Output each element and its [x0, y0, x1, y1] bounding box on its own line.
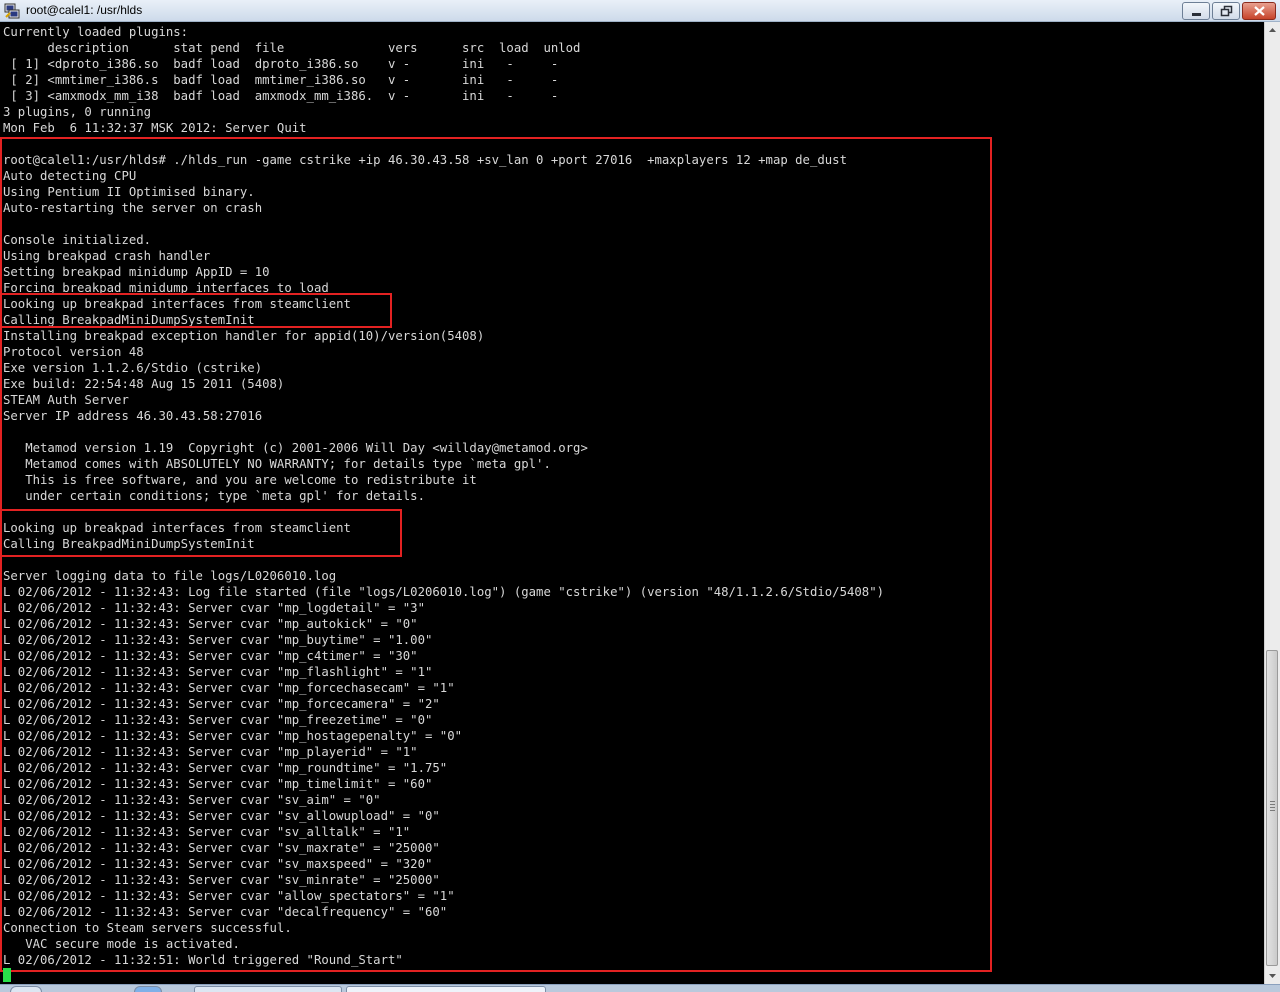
terminal-cursor: [3, 968, 11, 982]
terminal-line: 3 plugins, 0 running: [3, 105, 152, 119]
highlight-box-breakpad-first: [0, 293, 392, 328]
arrow-up-icon: [1269, 28, 1276, 32]
terminal-line: [ 2] <mmtimer_i386.s badf load mmtimer_i…: [3, 73, 559, 87]
restore-icon: [1220, 5, 1233, 17]
terminal-line: [ 1] <dproto_i386.so badf load dproto_i3…: [3, 57, 559, 71]
scroll-down-button[interactable]: [1265, 968, 1280, 984]
start-button[interactable]: [10, 986, 42, 992]
internet-explorer-icon[interactable]: [134, 986, 162, 992]
terminal-line: [ 3] <amxmodx_mm_i38 badf load amxmodx_m…: [3, 89, 559, 103]
vertical-scrollbar[interactable]: [1264, 22, 1280, 984]
windows-taskbar: [0, 984, 1280, 992]
scrollbar-thumb[interactable]: [1266, 650, 1278, 966]
close-icon: [1254, 6, 1265, 16]
scroll-up-button[interactable]: [1265, 22, 1280, 38]
terminal-line: Currently loaded plugins:: [3, 25, 189, 39]
highlight-box-breakpad-second: [0, 509, 402, 557]
restore-button[interactable]: [1212, 2, 1240, 20]
minimize-icon: [1192, 13, 1201, 16]
minimize-button[interactable]: [1182, 2, 1210, 20]
terminal-output[interactable]: Currently loaded plugins: description st…: [0, 22, 1264, 984]
terminal-line: Mon Feb 6 11:32:37 MSK 2012: Server Quit: [3, 121, 307, 135]
putty-app-icon[interactable]: [4, 3, 20, 19]
close-button[interactable]: [1242, 2, 1276, 20]
terminal-line: description stat pend file vers src load…: [3, 41, 581, 55]
taskbar-item-active[interactable]: [346, 986, 546, 992]
taskbar-item[interactable]: [194, 986, 342, 992]
window-titlebar[interactable]: root@calel1: /usr/hlds: [0, 0, 1280, 22]
window-title: root@calel1: /usr/hlds: [26, 3, 143, 17]
arrow-down-icon: [1269, 974, 1276, 978]
